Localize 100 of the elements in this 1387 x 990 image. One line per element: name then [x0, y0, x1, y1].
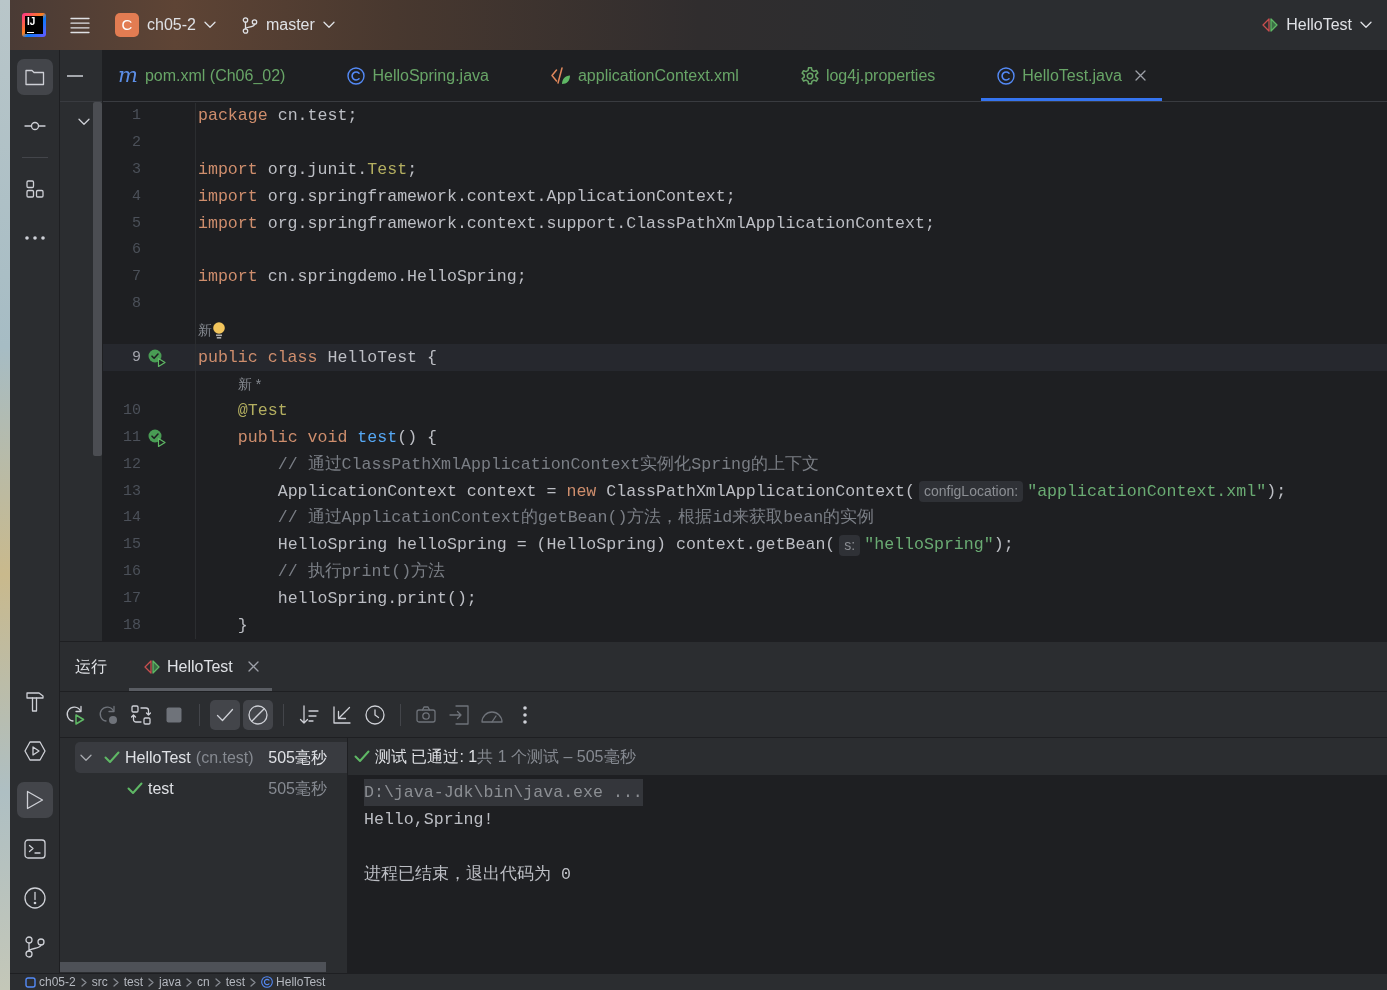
chevron-right-icon: [112, 977, 119, 987]
letter-m-icon: m: [118, 65, 138, 86]
code-line: package cn.test;: [198, 106, 358, 127]
code-line: import cn.springdemo.HelloSpring;: [198, 267, 527, 288]
chevron-right-icon: [214, 977, 221, 987]
hexagon-play-icon: [23, 741, 46, 761]
folder-icon: [24, 68, 45, 86]
parameter-hint: s:: [839, 534, 861, 556]
hammer-icon: [25, 692, 44, 712]
circle-slash-icon: [248, 704, 268, 725]
code-line: // 通过ClassPathXmlApplicationContext实例化Spring的上下文: [277, 454, 820, 475]
breadcrumb-item[interactable]: test: [123, 976, 144, 988]
project-tool-button[interactable]: [16, 59, 53, 95]
editor-tab[interactable]: m pom.xml (Ch06_02): [103, 50, 302, 101]
play-icon: [25, 790, 44, 810]
circular-arrow-play-icon: [65, 704, 85, 725]
run-tool-button[interactable]: [16, 782, 53, 818]
stop-icon: [166, 706, 182, 723]
check-play-icon[interactable]: [148, 348, 166, 367]
branch-switcher[interactable]: master: [236, 11, 340, 39]
breadcrumb-item[interactable]: src: [91, 976, 108, 988]
project-initial-badge: C: [115, 13, 139, 37]
parameter-hint: configLocation:: [919, 481, 1024, 502]
code-line: HelloSpring helloSpring = (HelloSpring) context.getBean(: [277, 535, 836, 556]
chevron-down-icon[interactable]: [78, 118, 90, 126]
code-line: ApplicationContext context = new ClassPathXmlApplicationContext(: [277, 481, 915, 502]
menu-icon: [70, 16, 90, 34]
lightbulb-icon[interactable]: [213, 322, 225, 340]
chevron-down-icon: [1360, 21, 1372, 29]
breadcrumb-item[interactable]: java: [159, 976, 182, 988]
check-icon: [216, 707, 234, 722]
code-brackets-leaf-icon: [550, 66, 571, 85]
project-switcher[interactable]: C ch05-2: [110, 9, 221, 41]
split-diamond-icon: [144, 659, 160, 674]
dash-icon: [67, 74, 83, 77]
check-play-icon[interactable]: [148, 428, 166, 447]
chevron-down-icon: [322, 21, 335, 29]
editor-tab[interactable]: applicationContext.xml: [534, 50, 755, 101]
code-line: import org.springframework.context.support.ClassPathXmlApplicationContext;: [198, 213, 935, 234]
test-summary: 测试 已通过: 1: [375, 746, 478, 767]
corner-arrow-icon: [333, 705, 351, 724]
clock-icon: [365, 704, 385, 725]
code-line: public void test() {: [237, 428, 438, 448]
editor-tab[interactable]: HelloSpring.java: [331, 50, 505, 101]
console-line: 进程已结束，退出代码为 0: [364, 863, 571, 886]
editor-tab[interactable]: log4j.properties: [784, 50, 952, 101]
exclamation-circle-icon: [23, 887, 46, 909]
breadcrumb-item[interactable]: cn: [197, 976, 210, 988]
chevron-right-icon: [250, 977, 257, 987]
branch-icon: [24, 936, 45, 958]
terminal-icon: [23, 839, 46, 859]
hide-panel-button[interactable]: [67, 74, 83, 77]
run-configuration-selector[interactable]: HelloTest: [1257, 11, 1377, 39]
more-icon: [24, 236, 45, 240]
circled-c-icon: [261, 976, 274, 988]
circled-c-icon: [997, 66, 1016, 85]
chevron-down-icon: [203, 21, 216, 29]
close-icon[interactable]: [247, 661, 259, 672]
run-tab[interactable]: HelloTest: [129, 642, 272, 691]
sync-arrows-icon: [131, 704, 151, 725]
line-number: 9: [131, 348, 141, 367]
app-logo: IJ: [22, 13, 46, 37]
gear-icon: [800, 66, 819, 85]
squares-icon: [25, 180, 44, 198]
code-line: // 通过ApplicationContext的getBean()方法，根据id来获取bean的实例: [277, 508, 875, 529]
show-passed-button[interactable]: [210, 699, 240, 730]
code-line: public class HelloTest {: [198, 347, 437, 368]
sort-icon: [299, 704, 319, 725]
code-line: helloSpring.print();: [277, 588, 477, 609]
scrollbar[interactable]: [93, 102, 102, 456]
split-diamond-icon: [1262, 18, 1279, 32]
chevron-right-icon: [186, 977, 193, 987]
breadcrumb-item[interactable]: test: [225, 976, 246, 988]
test-tree-row[interactable]: HelloTest (cn.test) 505毫秒: [75, 742, 347, 773]
author-hint: 新: [198, 322, 212, 340]
code-line: }: [237, 615, 248, 636]
circled-c-icon: [347, 66, 366, 85]
chevron-down-icon[interactable]: [80, 753, 92, 762]
close-icon[interactable]: [1134, 70, 1146, 81]
chevron-right-icon: [80, 977, 87, 987]
breadcrumb-item[interactable]: HelloTest: [261, 976, 326, 988]
scrollbar[interactable]: [60, 962, 326, 972]
editor-tab[interactable]: HelloTest.java: [981, 50, 1162, 101]
code-line: "applicationContext.xml");: [1027, 481, 1287, 502]
author-hint: 新 *: [237, 375, 262, 393]
branch-icon: [241, 16, 258, 34]
code-line: // 执行print()方法: [277, 562, 446, 582]
code-line: import org.junit.Test;: [198, 160, 418, 180]
breadcrumb-item[interactable]: ch05-2: [25, 976, 76, 988]
code-line: @Test: [237, 401, 288, 422]
show-ignored-button[interactable]: [243, 699, 273, 730]
panel-title: 运行: [75, 656, 107, 677]
code-line: import org.springframework.context.ApplicationContext;: [198, 186, 736, 207]
circular-arrow-dot-icon: [98, 704, 118, 725]
code-line: "helloSpring");: [864, 535, 1014, 556]
test-tree-row[interactable]: test 505毫秒: [75, 773, 347, 804]
chevron-right-icon: [148, 977, 155, 987]
arrow-into-box-icon: [449, 704, 469, 725]
commit-icon: [23, 121, 46, 131]
more-vertical-icon: [523, 705, 527, 724]
